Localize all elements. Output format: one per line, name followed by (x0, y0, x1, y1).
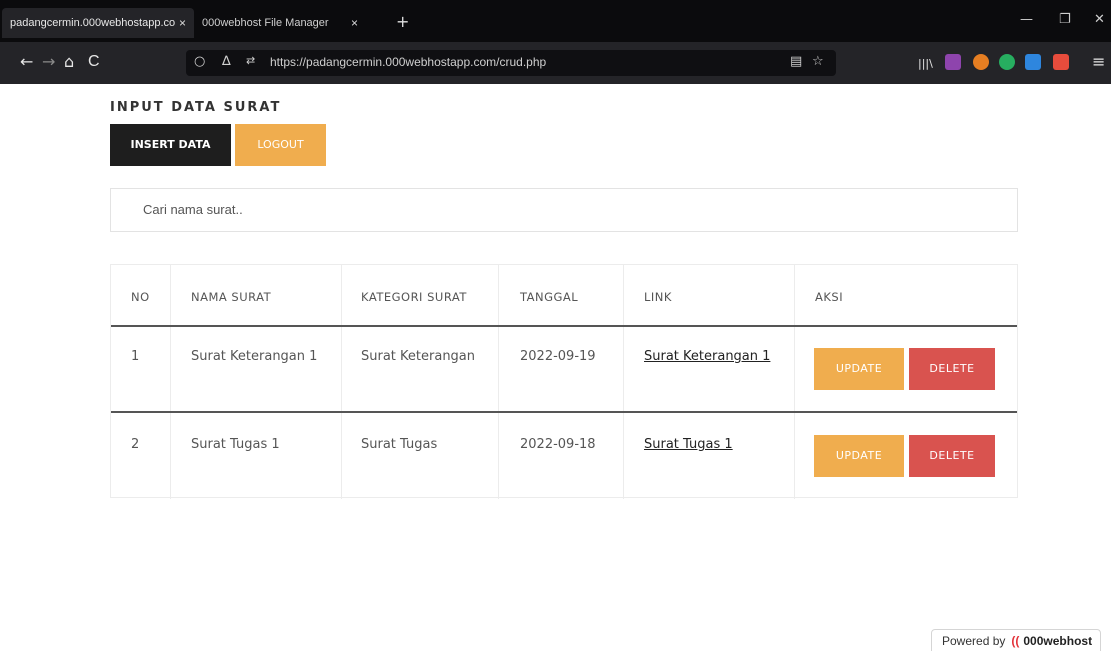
powered-by-label: Powered by (942, 634, 1006, 648)
column-divider (170, 265, 171, 499)
column-divider (341, 265, 342, 499)
address-bar[interactable]: ○ ∆ ⇄ https://padangcermin.000webhostapp… (186, 50, 836, 76)
page-title: INPUT DATA SURAT (110, 100, 282, 115)
row-divider (111, 411, 1017, 413)
extension-grammarly-icon[interactable] (999, 54, 1015, 70)
row-1-tanggal: 2022-09-19 (520, 349, 596, 364)
reload-icon[interactable]: C (88, 52, 100, 72)
row-1-no: 1 (131, 349, 140, 364)
header-link: LINK (644, 290, 672, 304)
tab-close-icon[interactable]: × (351, 16, 358, 30)
bookmark-star-icon[interactable]: ☆ (812, 54, 824, 69)
tab-label: padangcermin.000webhostapp.com (10, 17, 175, 29)
lock-icon[interactable]: ∆ (222, 54, 231, 69)
search-box (110, 188, 1018, 232)
browser-tab-bar: padangcermin.000webhostapp.com × 000webh… (0, 0, 1111, 42)
row-2-nama: Surat Tugas 1 (191, 437, 280, 452)
000webhost-logo-icon: (( (1011, 634, 1020, 648)
header-aksi: AKSI (815, 290, 844, 304)
search-input[interactable] (143, 202, 743, 217)
data-table: NO NAMA SURAT KATEGORI SURAT TANGGAL LIN… (110, 264, 1018, 499)
extension-badge-icon[interactable] (1025, 54, 1041, 70)
tab-close-icon[interactable]: × (179, 16, 186, 30)
tab-file-manager[interactable]: 000webhost File Manager × (194, 8, 366, 38)
menu-icon[interactable]: ≡ (1092, 52, 1105, 72)
close-window-icon[interactable]: ✕ (1094, 12, 1105, 27)
reader-view-icon[interactable]: ▤ (790, 54, 802, 69)
row-divider (111, 325, 1017, 327)
column-divider (623, 265, 624, 499)
header-kategori-surat: KATEGORI SURAT (361, 290, 467, 304)
shield-icon[interactable]: ○ (194, 54, 205, 69)
column-divider (498, 265, 499, 499)
row-2-update-button[interactable]: UPDATE (814, 435, 904, 477)
row-2-kategori: Surat Tugas (361, 437, 438, 452)
row-2-link[interactable]: Surat Tugas 1 (644, 437, 733, 452)
tab-label: 000webhost File Manager (202, 17, 329, 29)
minimize-icon[interactable]: — (1020, 12, 1033, 27)
row-1-update-button[interactable]: UPDATE (814, 348, 904, 390)
browser-nav-bar: ← → ⌂ C ○ ∆ ⇄ https://padangcermin.000we… (0, 42, 1111, 84)
url-text[interactable]: https://padangcermin.000webhostapp.com/c… (270, 55, 546, 69)
header-tanggal: TANGGAL (520, 290, 579, 304)
home-icon[interactable]: ⌂ (64, 52, 74, 72)
row-2-no: 2 (131, 437, 140, 452)
row-1-nama: Surat Keterangan 1 (191, 349, 318, 364)
new-tab-button[interactable]: + (396, 12, 409, 31)
row-1-kategori: Surat Keterangan (361, 349, 476, 364)
insert-data-button[interactable]: INSERT DATA (110, 124, 231, 166)
row-1-delete-button[interactable]: DELETE (909, 348, 995, 390)
tab-padangcermin[interactable]: padangcermin.000webhostapp.com × (2, 8, 194, 38)
row-2-tanggal: 2022-09-18 (520, 437, 596, 452)
brand-name: 000webhost (1023, 634, 1093, 648)
extension-mail-icon[interactable] (945, 54, 961, 70)
header-nama-surat: NAMA SURAT (191, 290, 272, 304)
extension-camera-icon[interactable] (1053, 54, 1069, 70)
column-divider (794, 265, 795, 499)
restore-icon[interactable]: ❐ (1059, 12, 1071, 27)
powered-by-badge[interactable]: Powered by (( 000webhost (931, 629, 1101, 651)
row-2-delete-button[interactable]: DELETE (909, 435, 995, 477)
row-1-link[interactable]: Surat Keterangan 1 (644, 349, 770, 364)
forward-icon[interactable]: → (42, 52, 55, 72)
extension-color-icon[interactable] (973, 54, 989, 70)
back-icon[interactable]: ← (20, 52, 33, 72)
permissions-icon[interactable]: ⇄ (246, 54, 255, 67)
logout-button[interactable]: LOGOUT (235, 124, 326, 166)
header-no: NO (131, 290, 150, 304)
library-icon[interactable]: |||\ (918, 54, 933, 74)
